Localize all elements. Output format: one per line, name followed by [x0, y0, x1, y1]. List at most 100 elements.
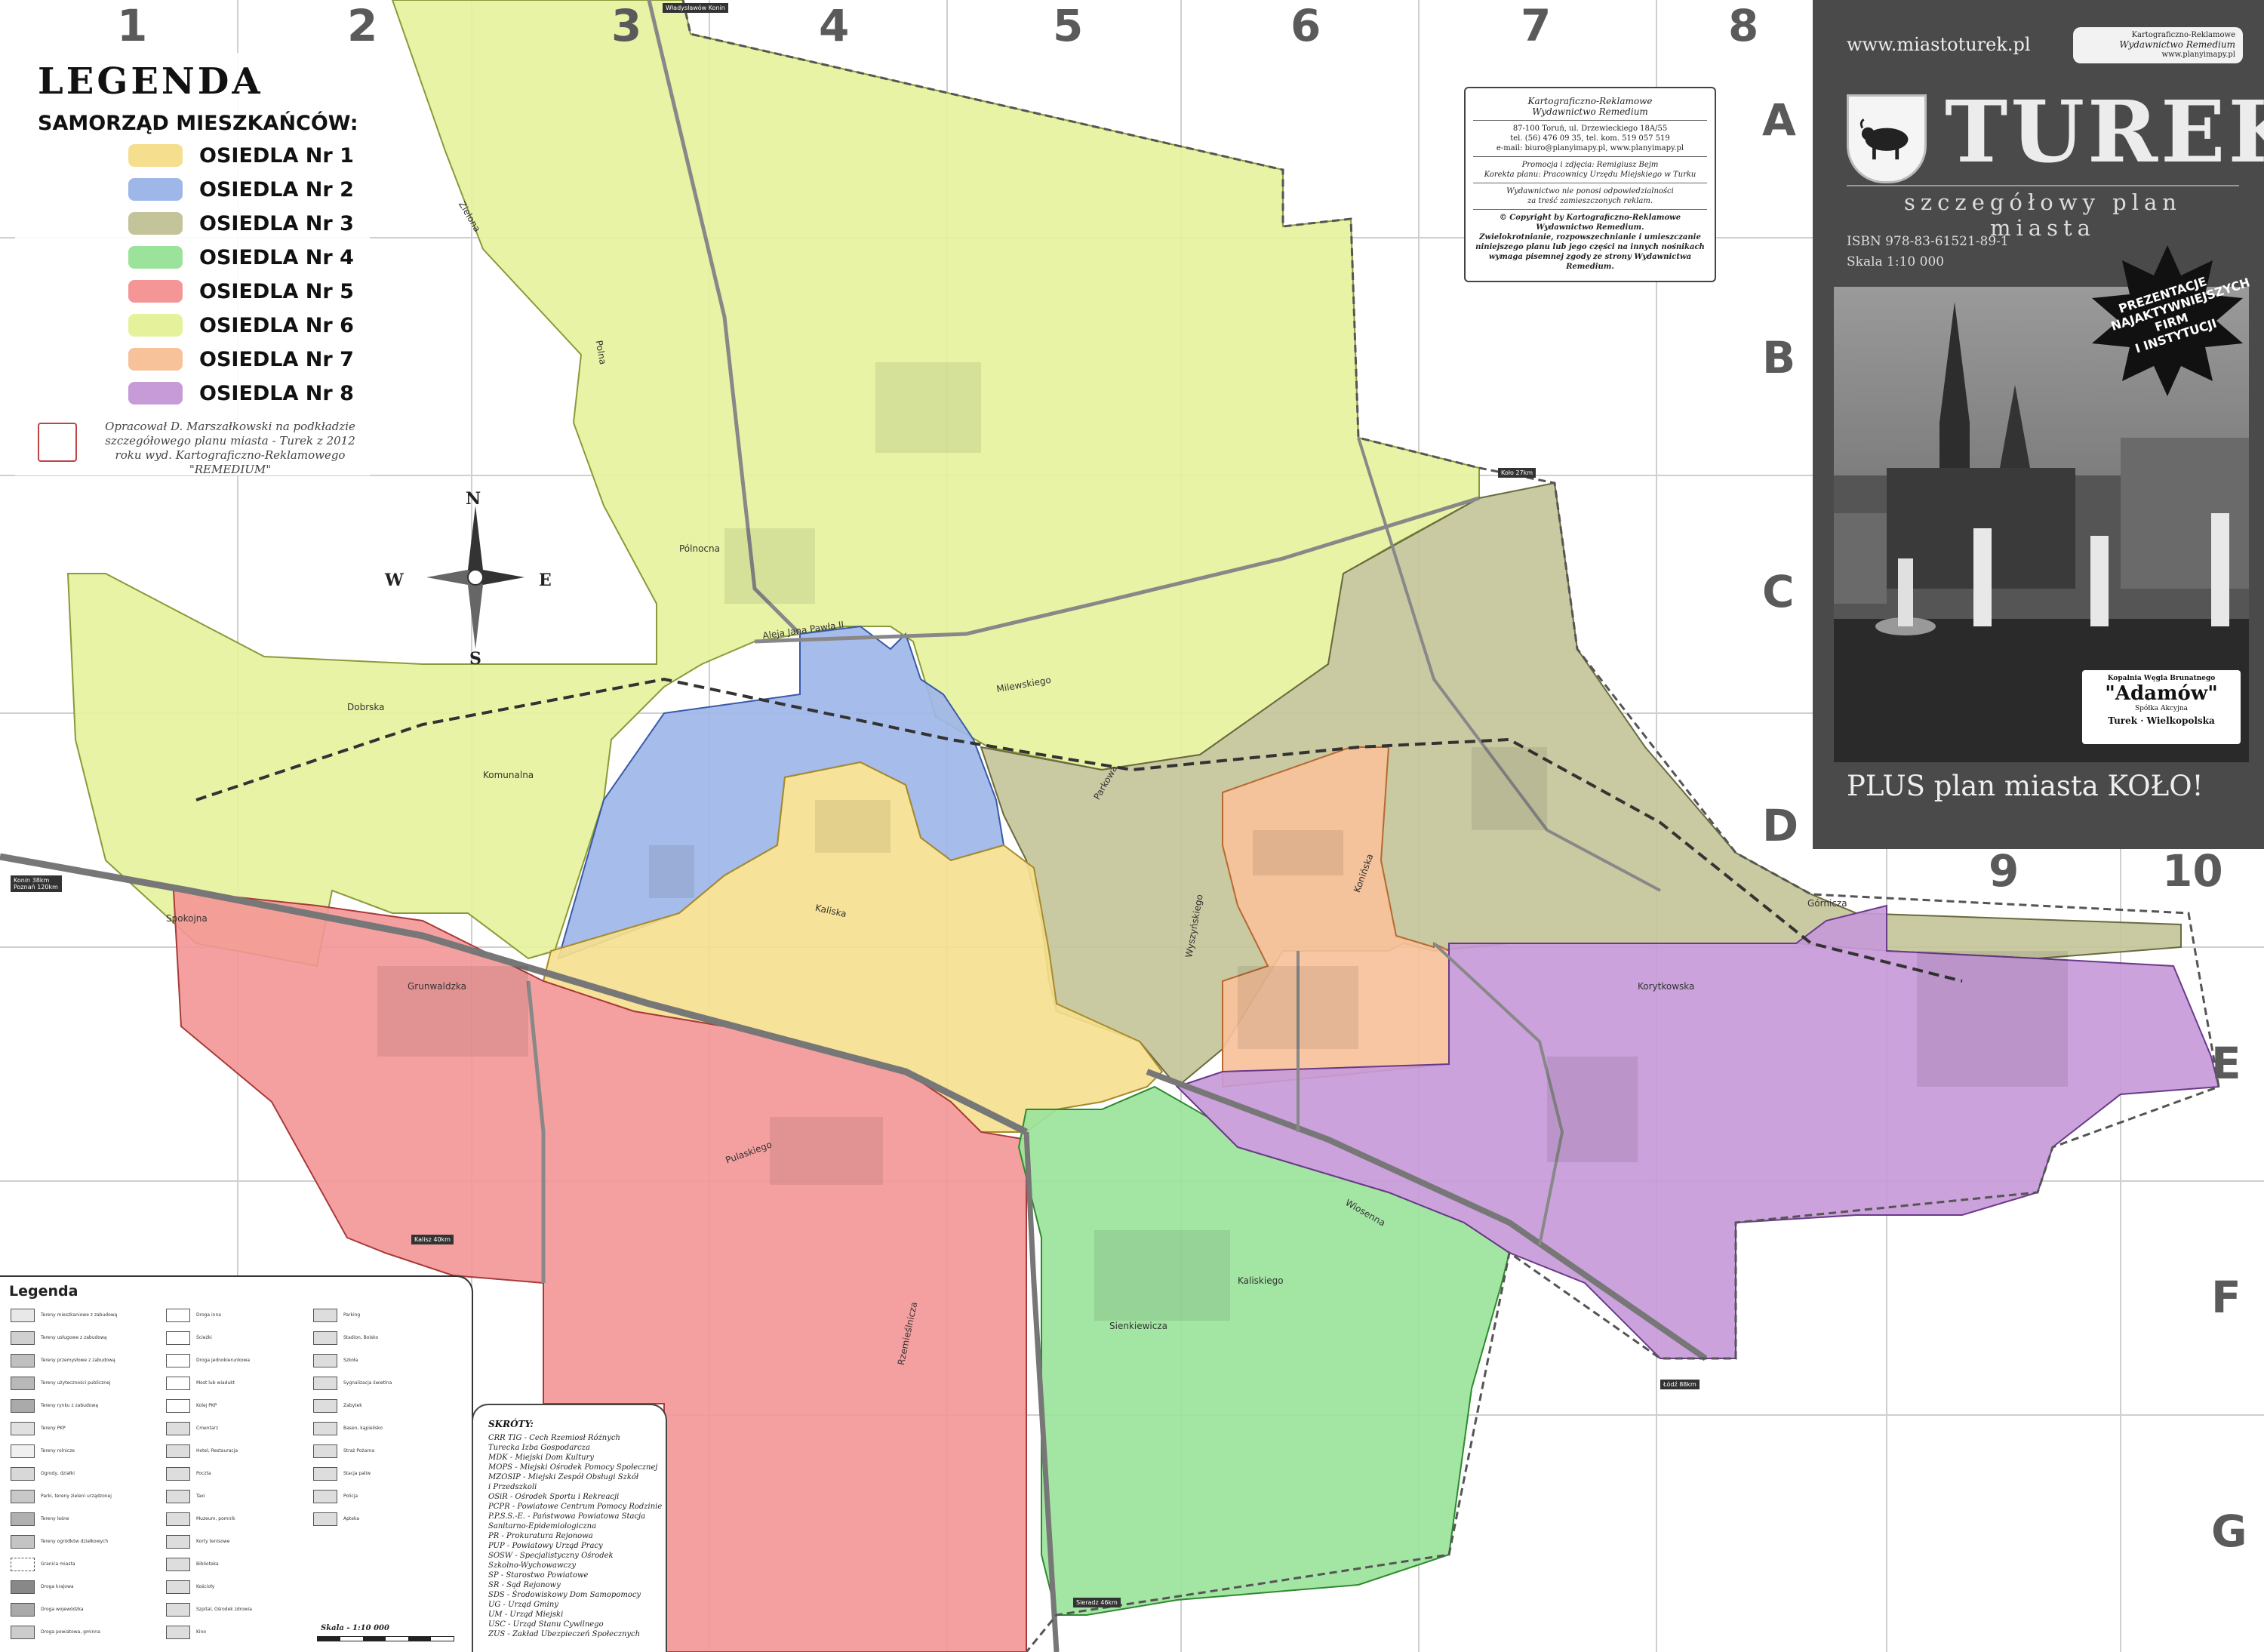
- ox-icon: [1859, 118, 1909, 160]
- symbol-item: Policja: [313, 1490, 441, 1503]
- grid-row-g: G: [2211, 1506, 2247, 1557]
- grid-col-4: 4: [819, 0, 850, 51]
- abbreviations-title: SKRÓTY:: [488, 1419, 534, 1429]
- symbol-item: Most lub wiadukt: [166, 1377, 294, 1390]
- legend-item: OSIEDLA Nr 5: [128, 278, 354, 305]
- publisher-copyright-5: wymaga pisemnej zgody ze strony Wydawnic…: [1488, 253, 1692, 271]
- street-label: Pólnocna: [679, 543, 720, 554]
- symbol-item: Szkoła: [313, 1354, 441, 1367]
- symbol-item: Granica miasta: [11, 1558, 139, 1571]
- publisher-box: Kartograficzno-Reklamowe Wydawnictwo Rem…: [1464, 87, 1716, 282]
- street-label: Dobrska: [347, 702, 385, 712]
- road-sign: Łódź 88km: [1660, 1380, 1700, 1389]
- publisher-phone: tel. (56) 476 09 35, tel. kom. 519 057 5…: [1510, 134, 1670, 143]
- abbreviation-line: MDK - Miejski Dom Kultury: [488, 1454, 594, 1462]
- symbol-item: Apteka: [313, 1512, 441, 1526]
- symbol-item: Kolej PKP: [166, 1399, 294, 1413]
- grid-col-10: 10: [2162, 845, 2223, 897]
- grid-col-7: 7: [1521, 0, 1552, 51]
- abbreviation-line: USC - Urząd Stanu Cywilnego: [488, 1620, 604, 1629]
- legend-item: OSIEDLA Nr 2: [128, 176, 354, 203]
- abbreviations-box: SKRÓTY: CRR TIG - Cech Rzemiosł Różnych …: [472, 1404, 667, 1652]
- road-sign: Władysławów Konin: [663, 3, 728, 13]
- grid-row-d: D: [1762, 800, 1799, 851]
- symbol-item: Parki, tereny zieleni urządzonej: [11, 1490, 139, 1503]
- abbreviation-line: SOSW - Specjalistyczny Ośrodek: [488, 1552, 614, 1560]
- legend-swatch: [128, 382, 183, 405]
- symbols-legend: Legenda Tereny mieszkaniowe z zabudową T…: [0, 1275, 473, 1652]
- symbol-item: Droga powiatowa, gminna: [11, 1626, 139, 1639]
- abbreviation-line: SR - Sąd Rejonowy: [488, 1581, 561, 1589]
- publisher-disclaimer: Wydawnictwo nie ponosi odpowiedzialności: [1506, 187, 1674, 195]
- publisher-copyright-3: Zwielokrotnianie, rozpowszechnianie i um…: [1479, 233, 1701, 241]
- sponsor-name: "Adamów": [2105, 682, 2218, 705]
- cover-publisher-badge: Kartograficzno-Reklamowe Wydawnictwo Rem…: [2073, 27, 2243, 63]
- sponsor-badge: Kopalnia Węgla Brunatnego "Adamów" Spółk…: [2082, 670, 2241, 744]
- publisher-disclaimer-2: za treść zamieszczonych reklam.: [1527, 197, 1653, 205]
- district-legend: LEGENDA SAMORZĄD MIESZKAŃCÓW: OSIEDLA Nr…: [15, 53, 370, 476]
- sponsor-sub: Spółka Akcyjna: [2135, 705, 2188, 712]
- compass-e: E: [539, 571, 552, 590]
- grid-col-5: 5: [1053, 0, 1084, 51]
- abbreviation-line: PCPR - Powiatowe Centrum Pomocy Rodzinie: [488, 1503, 663, 1511]
- road-sign: Sieradz 46km: [1073, 1598, 1121, 1607]
- symbol-item: Parking: [313, 1309, 441, 1322]
- street-label: Korytkowska: [1638, 981, 1695, 992]
- symbol-item: Ścieżki: [166, 1331, 294, 1345]
- street-label: Grunwaldzka: [408, 981, 466, 992]
- abbreviation-line: UM - Urząd Miejski: [488, 1610, 564, 1619]
- symbol-item: Droga wojewódzka: [11, 1603, 139, 1617]
- abbreviation-line: MZOSIP - Miejski Zespół Obsługi Szkół: [488, 1473, 639, 1481]
- symbol-item: Biblioteka: [166, 1558, 294, 1571]
- symbol-item: Korty tenisowe: [166, 1535, 294, 1549]
- legend-label: OSIEDLA Nr 2: [199, 177, 354, 202]
- abbreviation-line: Szkolno-Wychowawczy: [488, 1561, 577, 1570]
- road-sign: Konin 38km Poznań 120km: [11, 875, 62, 892]
- cover-isbn: ISBN 978-83-61521-89-1: [1847, 234, 2009, 249]
- abbreviation-line: PUP - Powiatowy Urząd Pracy: [488, 1542, 603, 1550]
- road-sign: Kalisz 40km: [411, 1235, 454, 1244]
- abbreviation-line: MOPS - Miejski Ośrodek Pomocy Społecznej: [488, 1463, 658, 1472]
- street-label: Spokojna: [166, 913, 208, 924]
- publisher-email: e-mail: biuro@planyimapy.pl, www.planyim…: [1496, 144, 1684, 152]
- legend-subtitle: SAMORZĄD MIESZKAŃCÓW:: [38, 112, 358, 135]
- symbol-item: Taxi: [166, 1490, 294, 1503]
- symbol-item: Sygnalizacja świetlna: [313, 1377, 441, 1390]
- legend-label: OSIEDLA Nr 3: [199, 211, 354, 235]
- town-crest-icon: [1847, 94, 1927, 183]
- grid-row-c: C: [1762, 566, 1795, 617]
- symbol-item: Basen, kąpielisko: [313, 1422, 441, 1435]
- symbol-item: Droga krajowa: [11, 1580, 139, 1594]
- legend-label: OSIEDLA Nr 4: [199, 245, 354, 269]
- publisher-correction: Korekta planu: Pracownicy Urzędu Miejski…: [1484, 171, 1696, 179]
- grid-col-9: 9: [1989, 845, 2019, 897]
- publisher-promo: Promocja i zdjęcia: Remigiusz Bejm: [1521, 161, 1659, 169]
- legend-label: OSIEDLA Nr 1: [199, 143, 354, 168]
- abbreviation-line: PR - Prokuratura Rejonowa: [488, 1532, 593, 1540]
- cover-subtitle: szczegółowy plan miasta: [1847, 185, 2239, 241]
- sponsor-city: Turek · Wielkopolska: [2108, 715, 2215, 726]
- street-label: Kaliskiego: [1238, 1275, 1284, 1286]
- legend-swatch: [128, 178, 183, 201]
- abbreviation-line: SP - Starostwo Powiatowe: [488, 1571, 589, 1580]
- symbol-item: Droga inna: [166, 1309, 294, 1322]
- street-label: Komunalna: [483, 770, 534, 780]
- grid-col-3: 3: [611, 0, 642, 51]
- cover-plus-text: PLUS plan miasta KOŁO!: [1847, 770, 2204, 802]
- compass-w: W: [385, 571, 404, 590]
- grid-row-a: A: [1762, 94, 1796, 146]
- symbol-item: Poczta: [166, 1467, 294, 1481]
- cover-url: www.miastoturek.pl: [1847, 34, 2031, 55]
- street-label: Górnicza: [1807, 898, 1847, 909]
- symbol-item: Zabytek: [313, 1399, 441, 1413]
- compass-rose: [426, 506, 524, 649]
- symbol-item: Stadion, Boisko: [313, 1331, 441, 1345]
- grid-col-1: 1: [117, 0, 148, 51]
- symbol-item: Ogrody, działki: [11, 1467, 139, 1481]
- symbol-item: Tereny ogródków działkowych: [11, 1535, 139, 1549]
- street-label: Sienkiewicza: [1109, 1321, 1168, 1331]
- symbol-item: Tereny przemysłowe z zabudową: [11, 1354, 139, 1367]
- publisher-copyright-2: Wydawnictwo Remedium.: [1536, 223, 1644, 232]
- symbol-item: Cmentarz: [166, 1422, 294, 1435]
- compass-s: S: [469, 649, 481, 669]
